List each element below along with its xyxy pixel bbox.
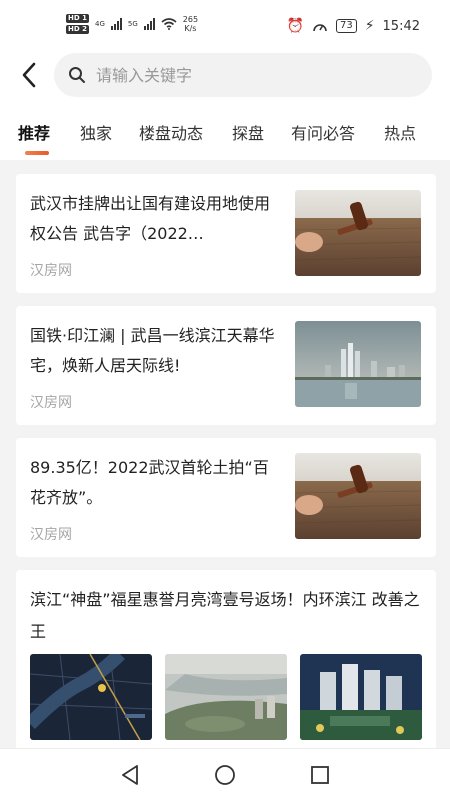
article-title: 89.35亿！2022武汉首轮土拍“百花齐放”。 xyxy=(30,458,269,507)
complex-thumbnail xyxy=(300,654,422,740)
signal-icon-2 xyxy=(143,18,155,30)
network-speed: 265 K/s xyxy=(182,15,199,33)
search-input[interactable] xyxy=(96,65,396,85)
status-left: HD 1 HD 2 4G 5G 265 K/s xyxy=(66,14,198,34)
back-button[interactable] xyxy=(14,58,44,92)
nav-recents-button[interactable] xyxy=(306,761,334,789)
alarm-icon: ⏰ xyxy=(286,18,304,34)
nav-back-icon xyxy=(122,765,138,785)
tab-property-news[interactable]: 楼盘动态 xyxy=(139,120,203,144)
charging-icon: ⚡ xyxy=(364,18,375,34)
back-arrow-icon xyxy=(22,62,36,88)
article-feed[interactable]: 武汉市挂牌出让国有建设用地使用权公告 武告字（2022… 汉房网 国铁·印江澜 … xyxy=(0,160,450,748)
article-thumbnail xyxy=(295,321,421,407)
article-card[interactable]: 89.35亿！2022武汉首轮土拍“百花齐放”。 汉房网 xyxy=(16,438,436,557)
tab-hot[interactable]: 热点 xyxy=(384,120,416,144)
tab-recommended[interactable]: 推荐 xyxy=(18,120,50,144)
map-thumbnail xyxy=(30,654,152,740)
search-bar[interactable] xyxy=(54,53,432,97)
speedometer-icon xyxy=(313,24,327,32)
article-thumbnail xyxy=(295,190,421,276)
tab-qa[interactable]: 有问必答 xyxy=(291,120,355,144)
network-5g-label: 5G xyxy=(127,20,138,28)
search-icon xyxy=(69,67,85,83)
featured-article-card[interactable]: 滨江“神盘”福星惠誉月亮湾壹号返场！内环滨江 改善之王 xyxy=(16,570,436,748)
search-header xyxy=(0,44,450,106)
tab-exclusive[interactable]: 独家 xyxy=(80,120,112,144)
signal-icon xyxy=(110,18,122,30)
nav-home-button[interactable] xyxy=(211,761,239,789)
article-card[interactable]: 武汉市挂牌出让国有建设用地使用权公告 武告字（2022… 汉房网 xyxy=(16,174,436,293)
article-source: 汉房网 xyxy=(30,263,72,279)
clock: 15:42 xyxy=(382,18,420,34)
article-title: 国铁·印江澜 | 武昌一线滨江天幕华宅，焕新人居天际线! xyxy=(30,326,275,375)
article-thumbnail xyxy=(295,453,421,539)
aerial-thumbnail xyxy=(165,654,287,740)
tab-site-visit[interactable]: 探盘 xyxy=(232,120,264,144)
network-4g-label: 4G xyxy=(94,20,105,28)
nav-home-icon xyxy=(215,765,235,785)
article-source: 汉房网 xyxy=(30,527,72,543)
category-tabs: 推荐 独家 楼盘动态 探盘 有问必答 热点 xyxy=(0,106,450,160)
article-card[interactable]: 国铁·印江澜 | 武昌一线滨江天幕华宅，焕新人居天际线! 汉房网 xyxy=(16,306,436,425)
hd1-badge: HD 1 xyxy=(66,14,89,23)
wifi-icon xyxy=(161,18,177,30)
status-bar: HD 1 HD 2 4G 5G 265 K/s ⏰ 73 ⚡ 15:42 xyxy=(0,0,450,44)
active-tab-indicator xyxy=(25,151,49,155)
article-title: 滨江“神盘”福星惠誉月亮湾壹号返场！内环滨江 改善之王 xyxy=(30,590,420,641)
nav-back-button[interactable] xyxy=(116,761,144,789)
thumbnail-row xyxy=(30,654,422,740)
hd2-badge: HD 2 xyxy=(66,25,89,34)
status-right: ⏰ 73 ⚡ 15:42 xyxy=(287,18,420,34)
battery-indicator: 73 xyxy=(335,19,357,33)
article-title: 武汉市挂牌出让国有建设用地使用权公告 武告字（2022… xyxy=(30,194,271,243)
nav-recents-icon xyxy=(311,766,329,784)
article-source: 汉房网 xyxy=(30,395,72,411)
system-nav-bar xyxy=(0,748,450,800)
